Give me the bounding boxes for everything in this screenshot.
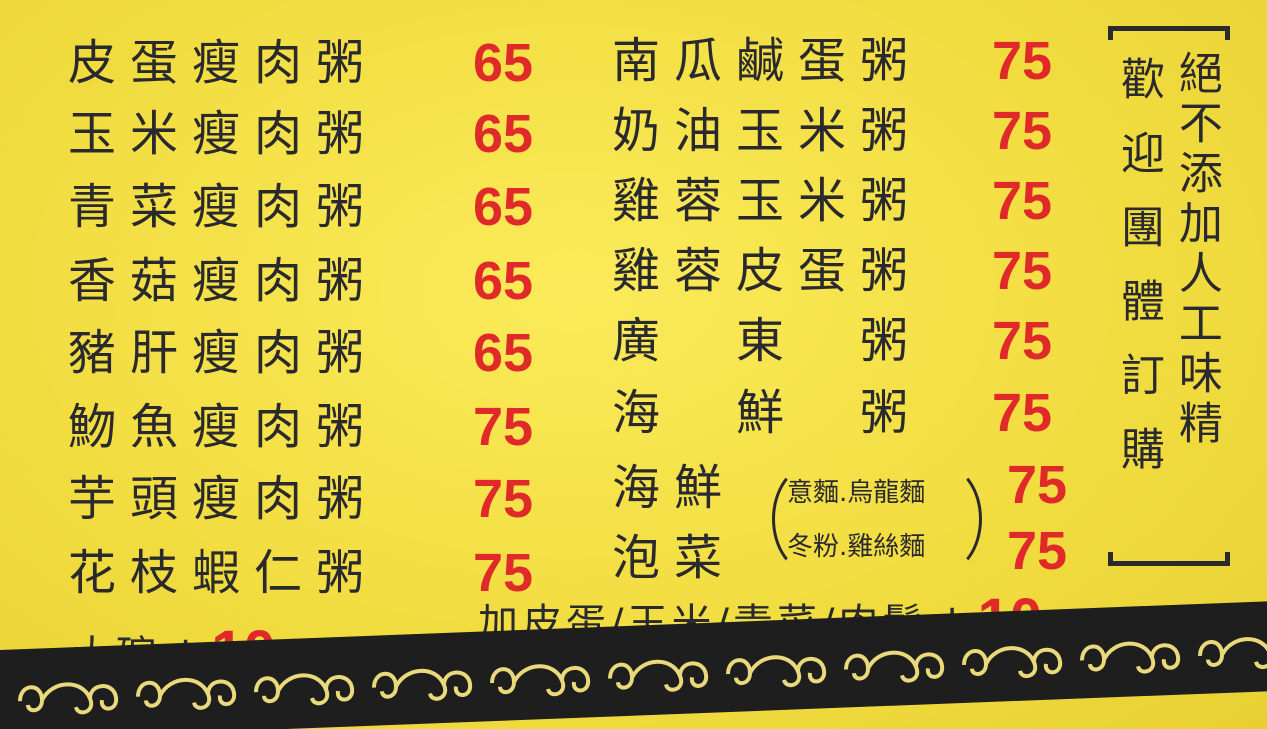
menu-item-name: 豬肝瘦肉粥 [68, 325, 379, 381]
menu-item-name: 雞蓉皮蛋粥 [612, 243, 923, 299]
side-note-right: 絕不添加人工味精 [1168, 50, 1224, 450]
menu-item: 香菇瘦肉粥 65 [68, 248, 533, 314]
menu-item-name: 奶油玉米粥 [612, 103, 923, 159]
scroll-motif [726, 655, 827, 688]
bracket-top [1108, 26, 1230, 40]
menu-item: 豬肝瘦肉粥 65 [68, 320, 533, 386]
scroll-motif [372, 668, 473, 701]
side-note-panel: 絕不添加人工味精 歡迎團體訂購 [1108, 26, 1230, 566]
menu-item-price: 75 [992, 101, 1053, 161]
scroll-motif [844, 650, 945, 683]
menu-item: 雞蓉玉米粥 75 [612, 168, 1052, 234]
menu-board: 皮蛋瘦肉粥 65 玉米瘦肉粥 65 青菜瘦肉粥 65 香菇瘦肉粥 65 豬肝瘦肉… [0, 0, 1267, 729]
noodle-option: 冬粉.雞絲麵 [787, 532, 926, 562]
menu-item-name: 廣 東 粥 [612, 313, 923, 369]
menu-item-price: 65 [473, 104, 534, 164]
menu-item-price: 65 [473, 323, 534, 383]
menu-item-price: 65 [473, 251, 534, 311]
menu-item-name: 青菜瘦肉粥 [68, 179, 379, 235]
menu-item-price: 75 [473, 469, 534, 529]
scroll-motif [254, 673, 355, 706]
menu-item-price: 75 [992, 241, 1053, 301]
menu-item-name: 皮蛋瘦肉粥 [68, 35, 379, 91]
menu-item-name: 芋頭瘦肉粥 [68, 471, 379, 527]
menu-item-price: 75 [992, 31, 1053, 91]
noodle-name: 泡菜 [612, 530, 737, 586]
vertical-text: 絕不添加人工味精 [1170, 50, 1222, 450]
side-note-left: 歡迎團體訂購 [1110, 56, 1166, 500]
noodle-name: 海鮮 [612, 460, 737, 516]
scroll-motif [608, 659, 709, 692]
scroll-motif [1080, 641, 1181, 674]
menu-item: 雞蓉皮蛋粥 75 [612, 238, 1052, 304]
menu-item-price: 65 [473, 177, 534, 237]
menu-item: 奶油玉米粥 75 [612, 98, 1052, 164]
menu-item: 南瓜鹹蛋粥 75 [612, 28, 1052, 94]
menu-item: 青菜瘦肉粥 65 [68, 174, 533, 240]
scroll-motif [1198, 637, 1267, 670]
menu-item-name: 魩魚瘦肉粥 [68, 399, 379, 455]
menu-item-name: 雞蓉玉米粥 [612, 173, 923, 229]
menu-item-price: 75 [992, 383, 1053, 443]
menu-item-name: 南瓜鹹蛋粥 [612, 33, 923, 89]
menu-item: 芋頭瘦肉粥 75 [68, 466, 533, 532]
scroll-motif [962, 646, 1063, 679]
scroll-motif [18, 682, 119, 715]
bracket-bottom [1108, 552, 1230, 566]
menu-item-price: 75 [992, 171, 1053, 231]
vertical-text: 歡迎團體訂購 [1112, 56, 1164, 500]
menu-item: 皮蛋瘦肉粥 65 [68, 30, 533, 96]
menu-item-price: 65 [473, 33, 534, 93]
menu-item: 花枝蝦仁粥 75 [68, 540, 533, 606]
scroll-motif [490, 664, 591, 697]
noodle-group: 海鮮 泡菜 意麵.烏龍麵 冬粉.雞絲麵 75 75 [612, 455, 1092, 582]
menu-item: 海 鮮 粥 75 [612, 380, 1052, 446]
menu-item: 廣 東 粥 75 [612, 308, 1052, 374]
scroll-motif [136, 677, 237, 710]
menu-item-name: 玉米瘦肉粥 [68, 106, 379, 162]
menu-item: 魩魚瘦肉粥 75 [68, 394, 533, 460]
menu-item-name: 海 鮮 粥 [612, 385, 923, 441]
noodle-price: 75 [1007, 455, 1068, 515]
menu-item-price: 75 [992, 311, 1053, 371]
noodle-price: 75 [1007, 521, 1068, 581]
noodle-option: 意麵.烏龍麵 [787, 478, 926, 508]
menu-item: 玉米瘦肉粥 65 [68, 101, 533, 167]
menu-item-name: 香菇瘦肉粥 [68, 253, 379, 309]
menu-item-name: 花枝蝦仁粥 [68, 545, 379, 601]
menu-item-price: 75 [473, 397, 534, 457]
